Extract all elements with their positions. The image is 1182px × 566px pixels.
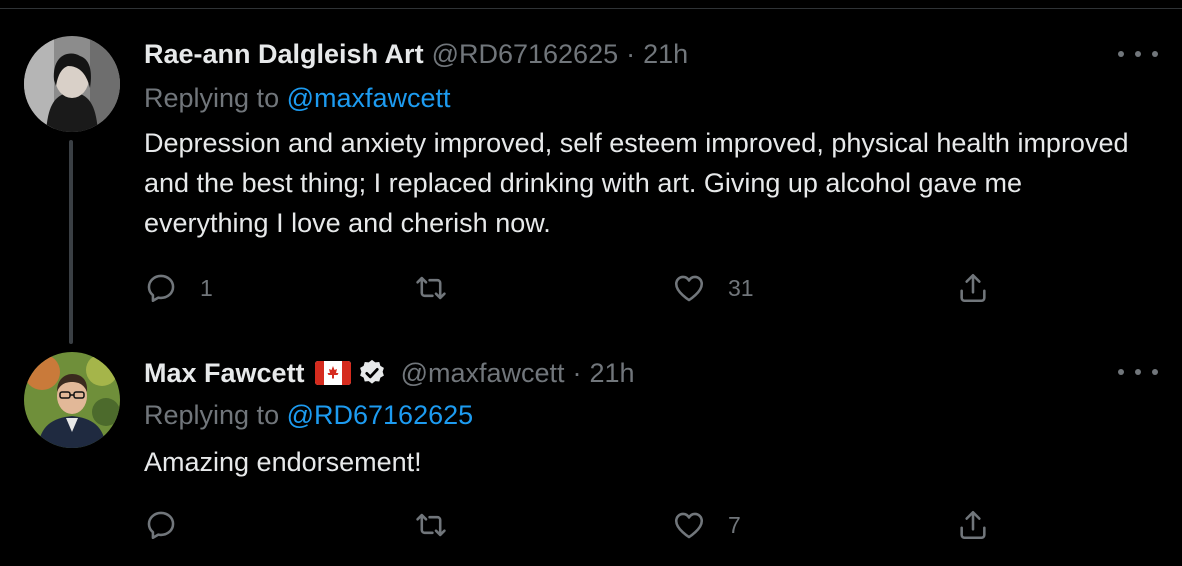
timestamp[interactable]: 21h	[643, 39, 688, 70]
author-handle[interactable]: @RD67162625	[432, 39, 619, 70]
heart-icon	[674, 512, 704, 539]
heart-icon	[674, 275, 704, 302]
mention-link[interactable]: @RD67162625	[287, 400, 474, 430]
thread-line	[69, 140, 73, 344]
like-button[interactable]: 31	[672, 268, 754, 308]
replying-to: Replying to @RD67162625	[144, 400, 473, 431]
retweet-icon	[416, 276, 446, 300]
reply-icon	[147, 274, 175, 303]
author-name[interactable]: Max Fawcett	[144, 358, 305, 389]
separator-dot: ·	[572, 357, 582, 388]
replying-prefix: Replying to	[144, 83, 287, 113]
like-count: 7	[728, 511, 741, 538]
author-name[interactable]: Rae-ann Dalgleish Art	[144, 39, 424, 70]
tweet-actions: 7	[144, 505, 1004, 545]
retweet-button[interactable]	[414, 505, 470, 545]
separator-dot: ·	[626, 38, 636, 69]
share-icon	[960, 510, 986, 540]
reply-icon	[147, 511, 175, 540]
tweet-text: Amazing endorsement!	[144, 447, 422, 477]
reply-button[interactable]	[144, 505, 200, 545]
like-button[interactable]: 7	[672, 505, 741, 545]
like-count: 31	[728, 274, 754, 301]
author-handle[interactable]: @maxfawcett	[401, 358, 565, 389]
more-icon[interactable]	[1118, 46, 1158, 62]
top-divider	[0, 8, 1182, 9]
mention-link[interactable]: @maxfawcett	[287, 83, 451, 113]
timestamp[interactable]: 21h	[590, 358, 635, 389]
share-button[interactable]	[956, 505, 990, 545]
more-icon[interactable]	[1118, 364, 1158, 380]
replying-to: Replying to @maxfawcett	[144, 83, 451, 114]
reply-count: 1	[200, 274, 213, 301]
avatar-rae-ann[interactable]	[24, 36, 120, 132]
reply-button[interactable]: 1	[144, 268, 213, 308]
verified-badge-icon	[357, 358, 387, 388]
avatar-max-fawcett[interactable]	[24, 352, 120, 448]
share-button[interactable]	[956, 268, 990, 308]
replying-prefix: Replying to	[144, 400, 287, 430]
tweet-header: Max Fawcett @maxfawcett · 21h	[144, 355, 635, 391]
retweet-button[interactable]	[414, 268, 470, 308]
canada-flag-icon	[314, 361, 351, 385]
tweet-text: Depression and anxiety improved, self es…	[144, 128, 1129, 238]
tweet-actions: 1 31	[144, 268, 1004, 308]
share-icon	[960, 273, 986, 303]
retweet-icon	[416, 513, 446, 537]
tweet-header: Rae-ann Dalgleish Art @RD67162625 · 21h	[144, 36, 688, 72]
